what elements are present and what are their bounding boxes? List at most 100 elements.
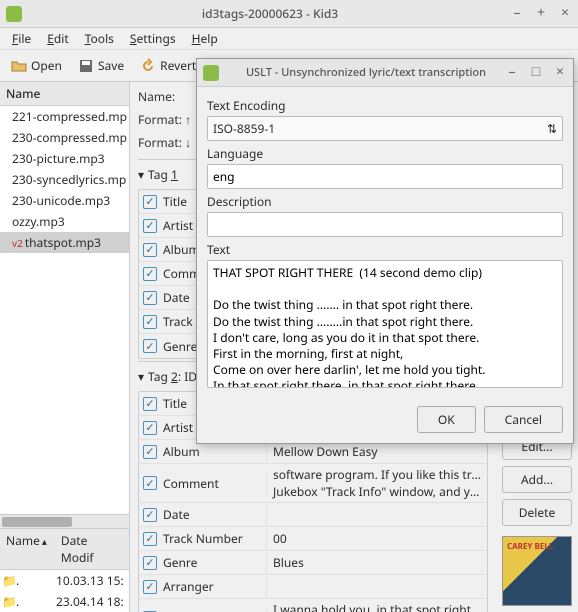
checkbox-icon[interactable]: ✓: [143, 219, 157, 233]
checkbox-icon[interactable]: ✓: [143, 291, 157, 305]
checkbox-icon[interactable]: ✓: [143, 195, 157, 209]
tag-row[interactable]: ✓ Comment software program. If you like th…: [139, 464, 487, 503]
horizontal-scrollbar[interactable]: [0, 514, 129, 528]
checkbox-icon[interactable]: ✓: [143, 243, 157, 257]
file-list[interactable]: 221-compressed.mp 230-compressed.mp 230-…: [0, 106, 129, 514]
tag-field-label: Date: [163, 289, 190, 306]
menu-help[interactable]: Help: [184, 27, 226, 50]
tag-field-label: Artist: [163, 217, 193, 234]
dir-panel: Name▴ Date Modif 📁 . 10.03.13 15: 📁 . 23…: [0, 528, 129, 612]
text-label: Text: [207, 241, 563, 258]
file-modified-mark: v2: [12, 236, 23, 250]
open-button[interactable]: Open: [4, 53, 69, 78]
chevron-updown-icon: ⇅: [547, 120, 557, 137]
encoding-select[interactable]: ISO-8859-1 ⇅: [207, 116, 563, 141]
file-item-selected[interactable]: v2thatspot.mp3: [0, 232, 129, 253]
encoding-label: Text Encoding: [207, 97, 563, 114]
file-tree-header[interactable]: Name: [0, 82, 129, 106]
tag-field-label: Title: [163, 395, 187, 412]
file-item[interactable]: 230-syncedlyrics.mp: [0, 169, 129, 190]
checkbox-icon[interactable]: ✓: [143, 556, 157, 570]
uslt-dialog: USLT - Unsynchronized lyric/text transcr…: [196, 58, 574, 444]
revert-icon: [140, 58, 156, 74]
checkbox-icon[interactable]: ✓: [143, 339, 157, 353]
delete-button[interactable]: Delete: [502, 499, 572, 526]
ok-button[interactable]: OK: [417, 406, 476, 433]
app-icon: [6, 6, 22, 22]
menu-bar: File Edit Tools Settings Help: [0, 28, 578, 50]
tag-field-value[interactable]: [267, 585, 487, 589]
tag-field-value[interactable]: I wanna hold you, in that spot right th……: [267, 599, 487, 612]
minimize-button[interactable]: –: [510, 7, 524, 21]
language-label: Language: [207, 145, 563, 162]
tag-row[interactable]: ✓LyricsI wanna hold you, in that spot ri…: [139, 599, 487, 612]
tag-field-label: Track Number: [163, 530, 243, 547]
title-bar: id3tags-20000623 - Kid3 – + ×: [0, 0, 578, 28]
file-item[interactable]: 221-compressed.mp: [0, 106, 129, 127]
tag-row[interactable]: ✓ Arranger: [139, 575, 487, 599]
checkbox-icon[interactable]: ✓: [143, 421, 157, 435]
tag-field-label: Genre: [163, 554, 197, 571]
dialog-maximize-button[interactable]: □: [529, 66, 543, 80]
description-label: Description: [207, 193, 563, 210]
save-icon: [78, 58, 94, 74]
checkbox-icon[interactable]: ✓: [143, 532, 157, 546]
description-input[interactable]: [207, 212, 563, 237]
language-input[interactable]: [207, 164, 563, 189]
dir-row[interactable]: 📁 . 23.04.14 18:: [0, 591, 129, 612]
add-button[interactable]: Add...: [502, 466, 572, 493]
dialog-minimize-button[interactable]: –: [505, 66, 519, 80]
tag-field-label: Date: [163, 506, 190, 523]
window-title: id3tags-20000623 - Kid3: [30, 5, 510, 22]
dir-row[interactable]: 📁 . 10.03.13 15:: [0, 570, 129, 591]
tag-field-value[interactable]: Blues: [267, 552, 487, 573]
tag-field-value[interactable]: [267, 513, 487, 517]
revert-button[interactable]: Revert: [133, 53, 203, 78]
format-up-label: Format: ↑: [138, 111, 204, 128]
file-item[interactable]: 230-picture.mp3: [0, 148, 129, 169]
checkbox-icon[interactable]: ✓: [143, 397, 157, 411]
dialog-titlebar: USLT - Unsynchronized lyric/text transcr…: [197, 59, 573, 87]
text-textarea[interactable]: [207, 260, 563, 388]
checkbox-icon[interactable]: ✓: [143, 508, 157, 522]
dir-header-name[interactable]: Name▴: [0, 529, 55, 569]
folder-icon: 📁: [2, 572, 16, 589]
tag-field-value[interactable]: 00: [267, 528, 487, 549]
file-item[interactable]: 230-compressed.mp: [0, 127, 129, 148]
file-tree-panel: Name 221-compressed.mp 230-compressed.mp…: [0, 82, 130, 612]
checkbox-icon[interactable]: ✓: [143, 476, 157, 490]
format-down-label: Format: ↓: [138, 134, 204, 151]
tag-field-label: Arranger: [163, 578, 214, 595]
save-label: Save: [98, 57, 124, 74]
album-art[interactable]: [502, 536, 572, 606]
tag-field-label: Comment: [163, 475, 219, 492]
menu-edit[interactable]: Edit: [39, 27, 77, 50]
tag-field-label: Title: [163, 193, 187, 210]
menu-settings[interactable]: Settings: [122, 27, 184, 50]
tag-field-value[interactable]: software program. If you like this trac……: [267, 464, 487, 502]
name-label: Name:: [138, 88, 184, 105]
checkbox-icon[interactable]: ✓: [143, 445, 157, 459]
open-icon: [11, 58, 27, 74]
menu-tools[interactable]: Tools: [77, 27, 122, 50]
maximize-button[interactable]: +: [534, 7, 548, 21]
tag-row[interactable]: ✓ Genre Blues: [139, 551, 487, 575]
checkbox-icon[interactable]: ✓: [143, 580, 157, 594]
checkbox-icon[interactable]: ✓: [143, 267, 157, 281]
save-button[interactable]: Save: [71, 53, 131, 78]
file-item[interactable]: 230-unicode.mp3: [0, 190, 129, 211]
tag-field-label: Genre: [163, 338, 197, 355]
tag-row[interactable]: ✓ Date: [139, 503, 487, 527]
menu-file[interactable]: File: [4, 27, 39, 50]
tag-field-label: Album: [163, 443, 200, 460]
tag-field-label: Artist: [163, 419, 193, 436]
tag-row[interactable]: ✓ Track Number 00: [139, 527, 487, 551]
checkbox-icon[interactable]: ✓: [143, 315, 157, 329]
folder-icon: 📁: [2, 593, 16, 610]
close-button[interactable]: ×: [558, 7, 572, 21]
dir-header-date[interactable]: Date Modif: [55, 529, 129, 569]
dialog-close-button[interactable]: ×: [553, 66, 567, 80]
cancel-button[interactable]: Cancel: [484, 406, 563, 433]
tag-field-value[interactable]: Mellow Down Easy: [267, 441, 487, 462]
file-item[interactable]: ozzy.mp3: [0, 211, 129, 232]
